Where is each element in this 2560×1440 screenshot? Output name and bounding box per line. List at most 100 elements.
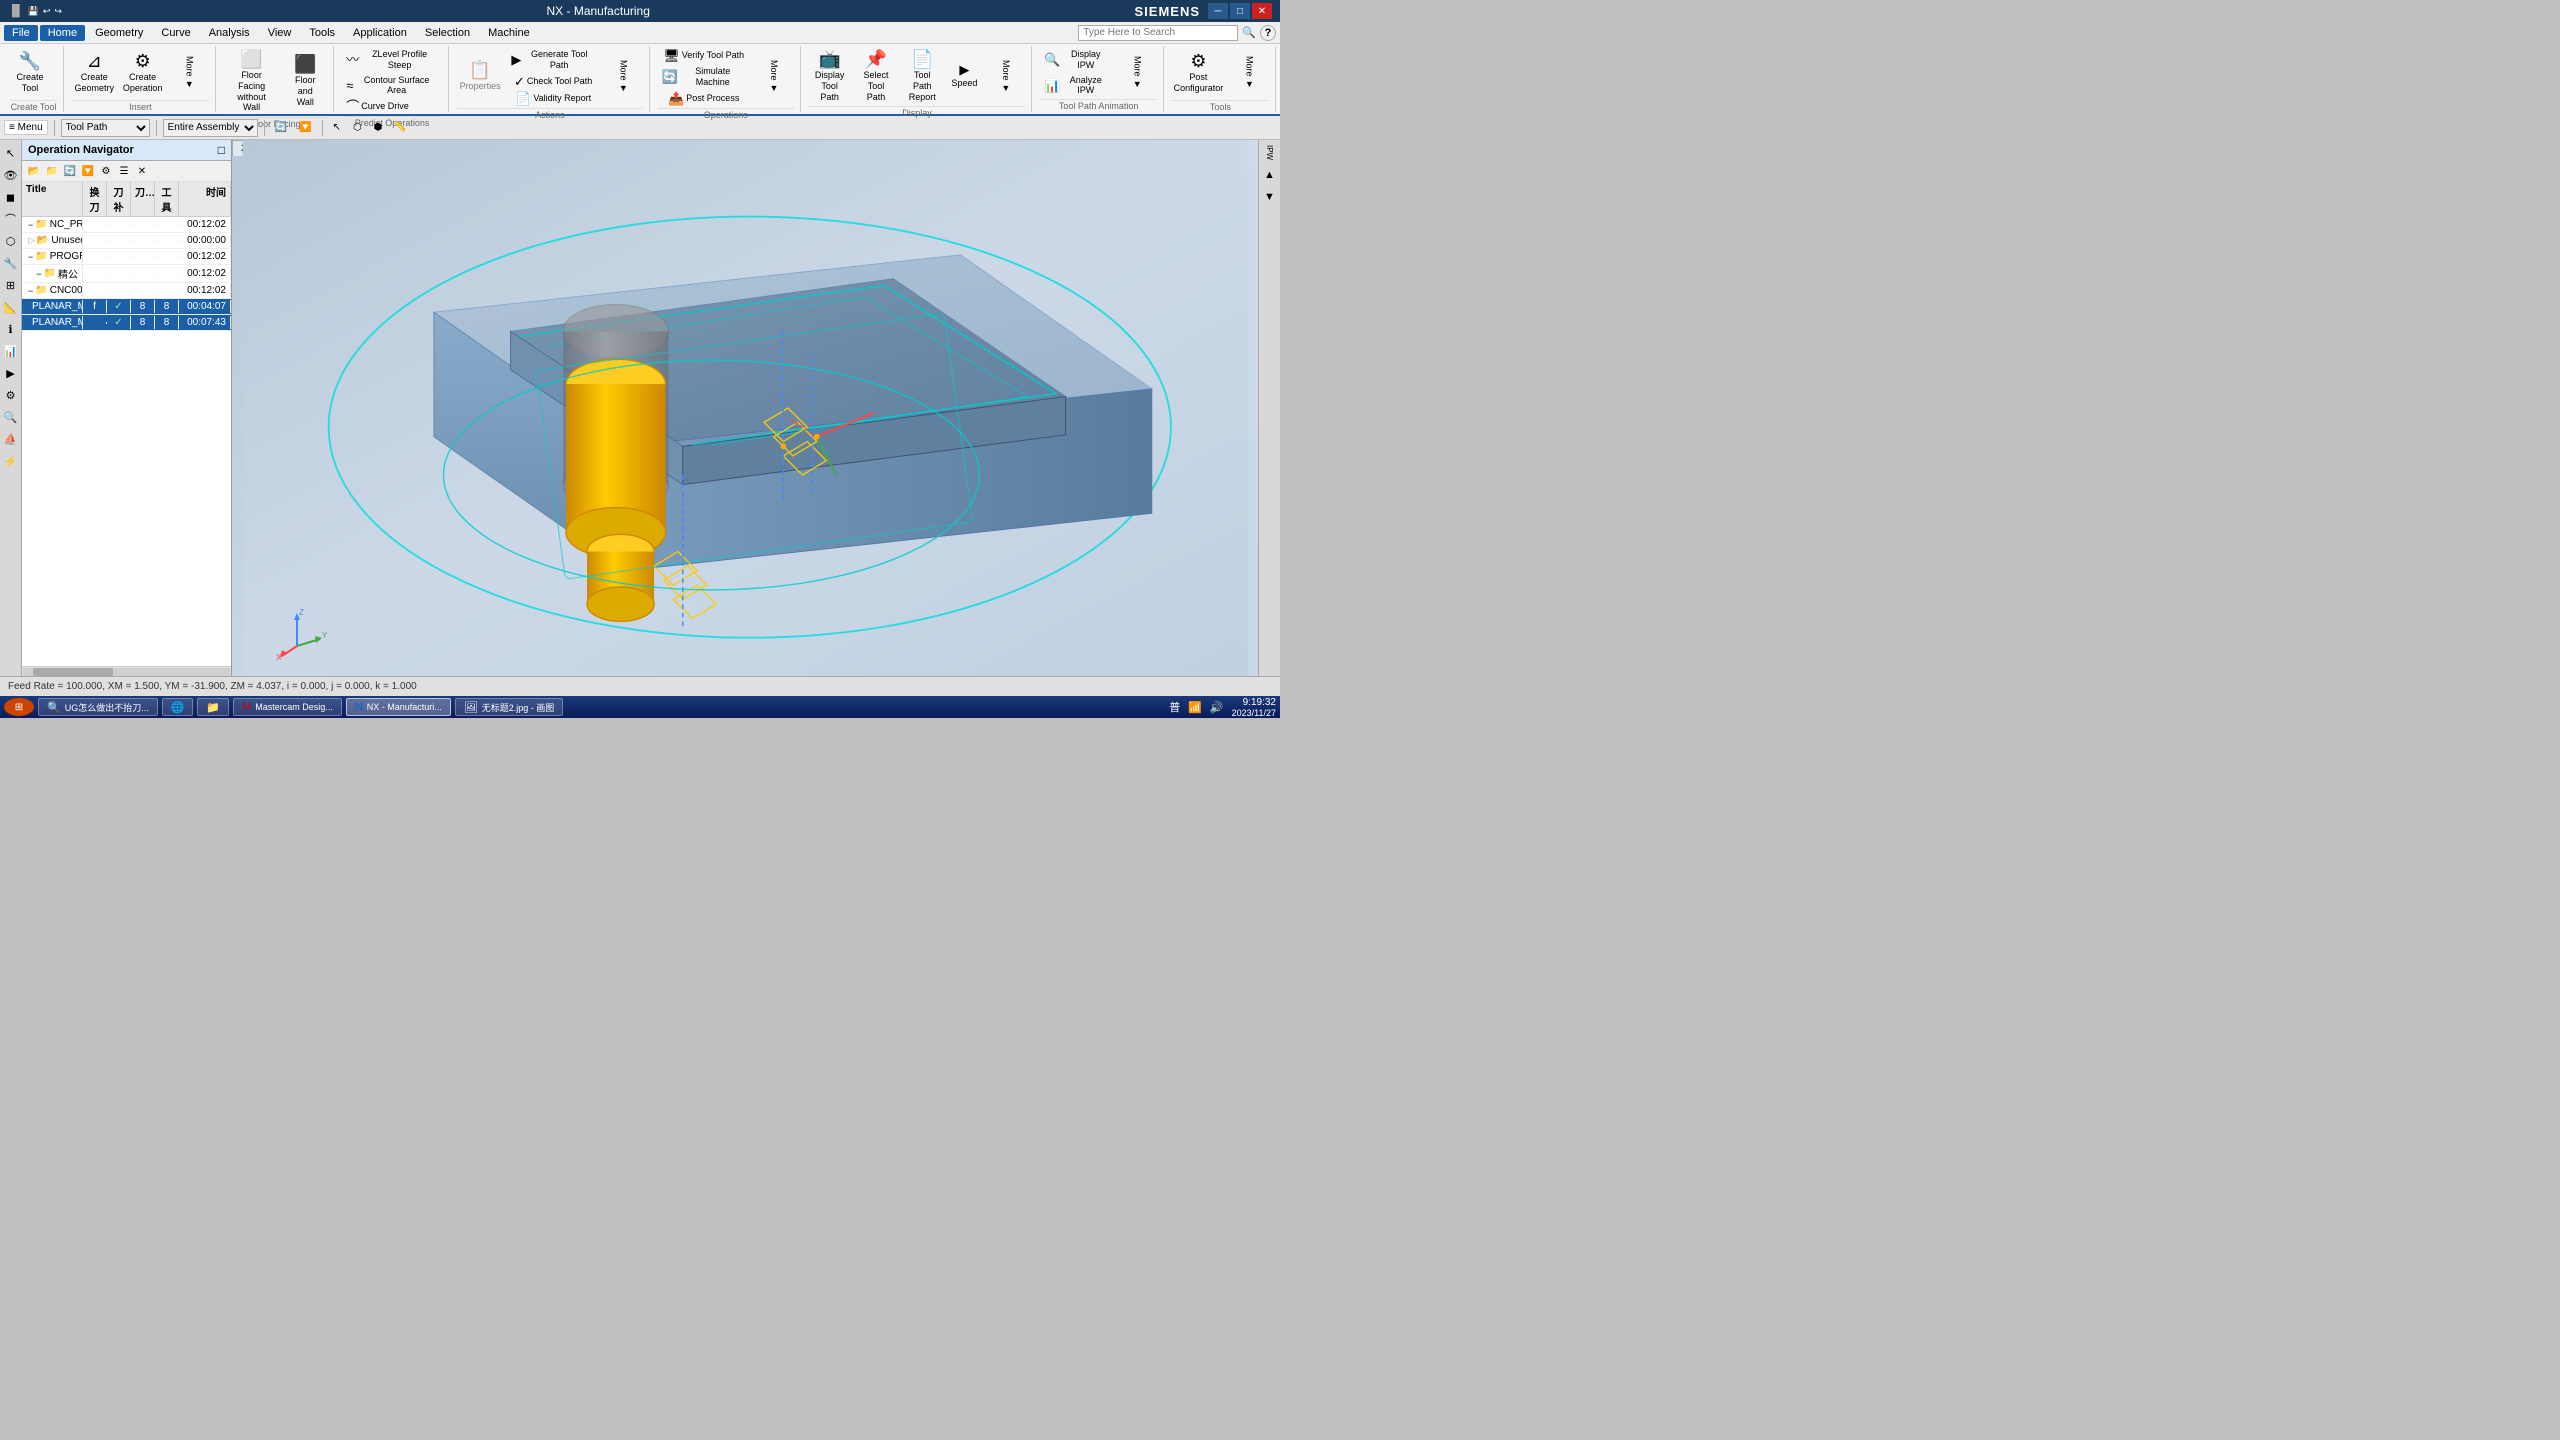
speed-button[interactable]: ▶ Speed bbox=[947, 62, 981, 90]
post-configurator-button[interactable]: ⚙ PostConfigurator bbox=[1172, 48, 1225, 98]
qa-redo[interactable]: ↪ bbox=[54, 6, 62, 17]
row-unused-items[interactable]: ▷ 📂 Unused Items 00:00:00 bbox=[22, 233, 231, 249]
viewport[interactable]: 222.prt ✕ bbox=[232, 140, 1258, 676]
assembly-btn[interactable]: ⊞ bbox=[2, 276, 20, 294]
snap2-button[interactable]: ⬢ bbox=[370, 121, 387, 134]
search-input[interactable] bbox=[1078, 25, 1238, 41]
info-btn[interactable]: ℹ bbox=[2, 320, 20, 338]
nav-expand-all[interactable]: 📂 bbox=[26, 163, 42, 179]
view-btn[interactable]: 👁 bbox=[2, 166, 20, 184]
draft-btn[interactable]: 📐 bbox=[2, 298, 20, 316]
expand-program[interactable]: − bbox=[28, 252, 33, 262]
menu-curve[interactable]: Curve bbox=[153, 25, 198, 41]
assembly-select[interactable]: Entire Assembly Work Part bbox=[163, 119, 258, 137]
nav-filter[interactable]: 🔽 bbox=[80, 163, 96, 179]
tray-sound[interactable]: 🔊 bbox=[1210, 701, 1224, 714]
menu-home[interactable]: Home bbox=[40, 25, 85, 41]
contour-surface-button[interactable]: ≈ Contour Surface Area bbox=[342, 74, 442, 98]
inspection-btn[interactable]: 🔍 bbox=[2, 408, 20, 426]
modeling-btn[interactable]: ◼ bbox=[2, 188, 20, 206]
menu-file[interactable]: File bbox=[4, 25, 38, 41]
op-nav-scrollbar[interactable] bbox=[22, 666, 231, 676]
floor-and-wall-button[interactable]: ⬛ Floor andWall bbox=[283, 53, 327, 109]
nav-settings[interactable]: ⚙ bbox=[98, 163, 114, 179]
nav-refresh[interactable]: 🔄 bbox=[62, 163, 78, 179]
rs-btn-3[interactable]: ▼ bbox=[1261, 188, 1279, 206]
insert-more-button[interactable]: More ▼ bbox=[169, 52, 209, 93]
validity-report-button[interactable]: 📄 Validity Report bbox=[507, 91, 599, 106]
row-planar-mill-1b[interactable]: PLANAR_MILL_1... ✓ 8 8 00:07:43 bbox=[22, 315, 231, 331]
verify-toolpath-button[interactable]: 🖥 Verify Tool Path bbox=[658, 48, 750, 63]
display-ipw-button[interactable]: 🔍 Display IPW bbox=[1040, 48, 1112, 72]
rs-btn-1[interactable]: IPW bbox=[1261, 144, 1279, 162]
tools-more-button[interactable]: More ▼ bbox=[1229, 52, 1269, 93]
zlevel-profile-button[interactable]: 〰 ZLevel Profile Steep bbox=[342, 48, 442, 72]
tray-lang[interactable]: 普 bbox=[1169, 699, 1180, 715]
taskbar-item-chrome[interactable]: 🌐 bbox=[162, 698, 194, 716]
expand-jg[interactable]: − bbox=[36, 269, 41, 279]
row-program[interactable]: − 📁 PROGRAM 00:12:02 bbox=[22, 249, 231, 265]
nav-delete[interactable]: ✕ bbox=[134, 163, 150, 179]
snap-button[interactable]: ⬡ bbox=[349, 121, 366, 134]
ship-btn[interactable]: ⛵ bbox=[2, 430, 20, 448]
op-nav-collapse[interactable]: □ bbox=[218, 143, 225, 157]
row-jing-gong[interactable]: − 📁 精公 00:12:02 bbox=[22, 265, 231, 283]
actions-more-button[interactable]: More ▼ bbox=[603, 56, 643, 97]
properties-button[interactable]: 📋 Properties bbox=[457, 52, 504, 102]
taskbar-item-mastercam[interactable]: M Mastercam Desig... bbox=[233, 698, 342, 716]
display-toolpath-button[interactable]: 📺 DisplayTool Path bbox=[809, 48, 851, 104]
create-operation-button[interactable]: ⚙ CreateOperation bbox=[120, 48, 164, 98]
maximize-button[interactable]: □ bbox=[1230, 3, 1250, 19]
select-mode-button[interactable]: ↖ bbox=[329, 121, 345, 134]
ipw-more-button[interactable]: More ▼ bbox=[1117, 52, 1157, 93]
generate-toolpath-button[interactable]: ▶ Generate Tool Path bbox=[507, 48, 599, 72]
nav-collapse-all[interactable]: 📁 bbox=[44, 163, 60, 179]
post-process-button[interactable]: 📤 Post Process bbox=[658, 91, 750, 106]
menu-geometry[interactable]: Geometry bbox=[87, 25, 151, 41]
toolpath-view-select[interactable]: Tool Path Program Order bbox=[61, 119, 150, 137]
row-planar-mill-1[interactable]: PLANAR_MILL_1 f ✓ 8 8 00:04:07 bbox=[22, 299, 231, 315]
measure-button[interactable]: 📏 bbox=[390, 121, 410, 134]
curve-btn[interactable]: ⌒ bbox=[2, 210, 20, 228]
close-button[interactable]: ✕ bbox=[1252, 3, 1272, 19]
rs-btn-2[interactable]: ▲ bbox=[1261, 166, 1279, 184]
menu-application[interactable]: Application bbox=[345, 25, 415, 41]
curve-drive-button[interactable]: ⌒ Curve Drive bbox=[342, 99, 413, 114]
menu-button[interactable]: ≡ Menu bbox=[4, 120, 48, 135]
select-tool-btn[interactable]: ↖ bbox=[2, 144, 20, 162]
taskbar-item-nx[interactable]: N NX - Manufacturi... bbox=[346, 698, 451, 716]
row-nc-program[interactable]: − 📁 NC_PROGRAM 00:12:02 bbox=[22, 217, 231, 233]
menu-machine[interactable]: Machine bbox=[480, 25, 538, 41]
nav-columns[interactable]: ☰ bbox=[116, 163, 132, 179]
simulate-machine-button[interactable]: 🔄 Simulate Machine bbox=[658, 65, 750, 89]
start-button[interactable]: ⊞ bbox=[4, 698, 34, 716]
refresh-button[interactable]: 🔄 bbox=[271, 121, 291, 134]
menu-analysis[interactable]: Analysis bbox=[201, 25, 258, 41]
help-icon[interactable]: ? bbox=[1260, 25, 1276, 41]
tool-btn[interactable]: 🔧 bbox=[2, 254, 20, 272]
menu-view[interactable]: View bbox=[260, 25, 300, 41]
menu-selection[interactable]: Selection bbox=[417, 25, 478, 41]
expand-nc-program[interactable]: − bbox=[28, 220, 33, 230]
sim-btn[interactable]: ▶ bbox=[2, 364, 20, 382]
taskbar-item-ug[interactable]: 🔍 UG怎么做出不抬刀... bbox=[38, 698, 158, 716]
ops-more-button[interactable]: More ▼ bbox=[754, 56, 794, 97]
floor-facing-without-wall-button[interactable]: ⬜ Floor Facingwithout Wall bbox=[224, 48, 279, 115]
qa-undo[interactable]: ↩ bbox=[43, 6, 51, 17]
expand-cnc00[interactable]: − bbox=[28, 286, 33, 296]
toolpath-report-button[interactable]: 📄 Tool PathReport bbox=[901, 48, 943, 104]
clock-display[interactable]: 9:19:32 2023/11/27 bbox=[1232, 697, 1276, 718]
analysis-btn[interactable]: 📊 bbox=[2, 342, 20, 360]
check-toolpath-button[interactable]: ✓ Check Tool Path bbox=[507, 74, 599, 89]
machine-btn[interactable]: ⚙ bbox=[2, 386, 20, 404]
row-cnc00[interactable]: − 📁 CNC00.NC 00:12:02 bbox=[22, 283, 231, 299]
taskbar-item-explorer[interactable]: 📁 bbox=[197, 698, 229, 716]
qa-save[interactable]: 💾 bbox=[28, 6, 39, 17]
minimize-button[interactable]: ─ bbox=[1208, 3, 1228, 19]
analyze-ipw-button[interactable]: 📊 Analyze IPW bbox=[1040, 74, 1112, 98]
tray-network[interactable]: 📶 bbox=[1188, 701, 1202, 714]
menu-tools[interactable]: Tools bbox=[301, 25, 343, 41]
select-toolpath-button[interactable]: 📌 SelectTool Path bbox=[855, 48, 897, 104]
scrollbar-thumb[interactable] bbox=[33, 668, 113, 676]
create-geometry-button[interactable]: ⊿ CreateGeometry bbox=[72, 48, 116, 98]
